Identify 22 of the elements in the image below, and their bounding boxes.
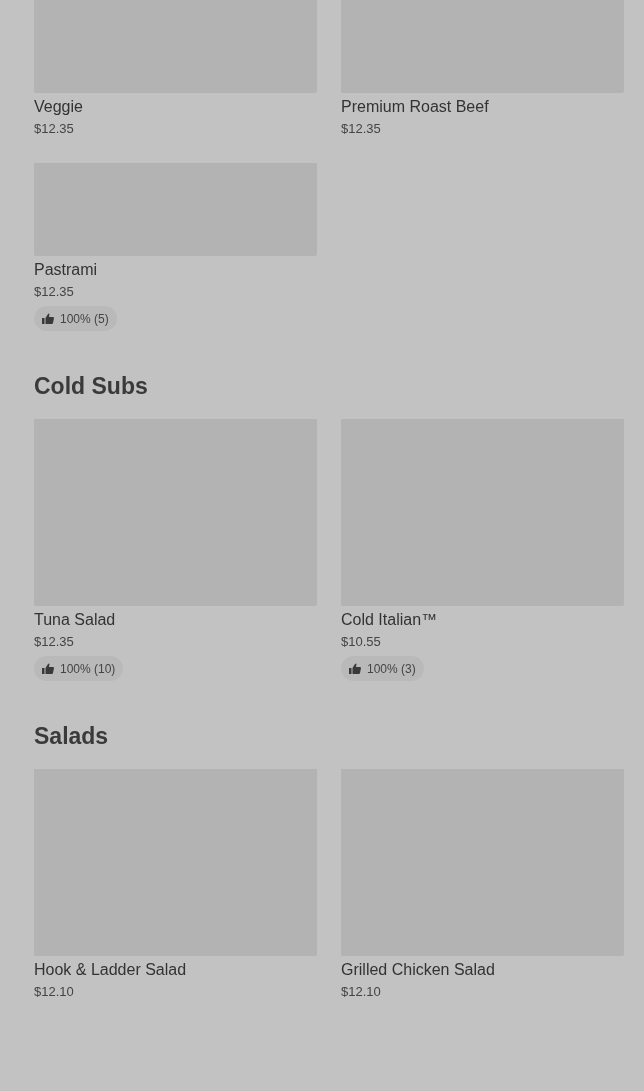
thumbs-up-icon bbox=[349, 663, 361, 674]
item-price: $12.35 bbox=[34, 633, 74, 651]
item-price: $12.35 bbox=[34, 120, 74, 138]
rating-text: 100% (10) bbox=[60, 660, 116, 678]
item-name[interactable]: Hook & Ladder Salad bbox=[34, 959, 187, 981]
item-name[interactable]: Veggie bbox=[34, 96, 83, 118]
item-name[interactable]: Tuna Salad bbox=[34, 609, 116, 631]
item-name[interactable]: Grilled Chicken Salad bbox=[341, 959, 495, 981]
item-price: $12.35 bbox=[34, 283, 74, 301]
item-name[interactable]: Premium Roast Beef bbox=[341, 96, 489, 118]
section-heading: Cold Subs bbox=[34, 372, 149, 401]
rating-text: 100% (3) bbox=[367, 660, 416, 678]
rating-text: 100% (5) bbox=[60, 310, 109, 328]
item-name[interactable]: Pastrami bbox=[34, 259, 98, 281]
thumbs-up-icon bbox=[42, 313, 54, 324]
item-price: $10.55 bbox=[341, 633, 381, 651]
item-price: $12.10 bbox=[341, 983, 381, 1001]
thumbs-up-icon bbox=[42, 663, 54, 674]
item-price: $12.10 bbox=[34, 983, 74, 1001]
section-heading: Salads bbox=[34, 722, 110, 751]
item-name[interactable]: Cold Italian™ bbox=[341, 609, 438, 631]
item-price: $12.35 bbox=[341, 120, 381, 138]
